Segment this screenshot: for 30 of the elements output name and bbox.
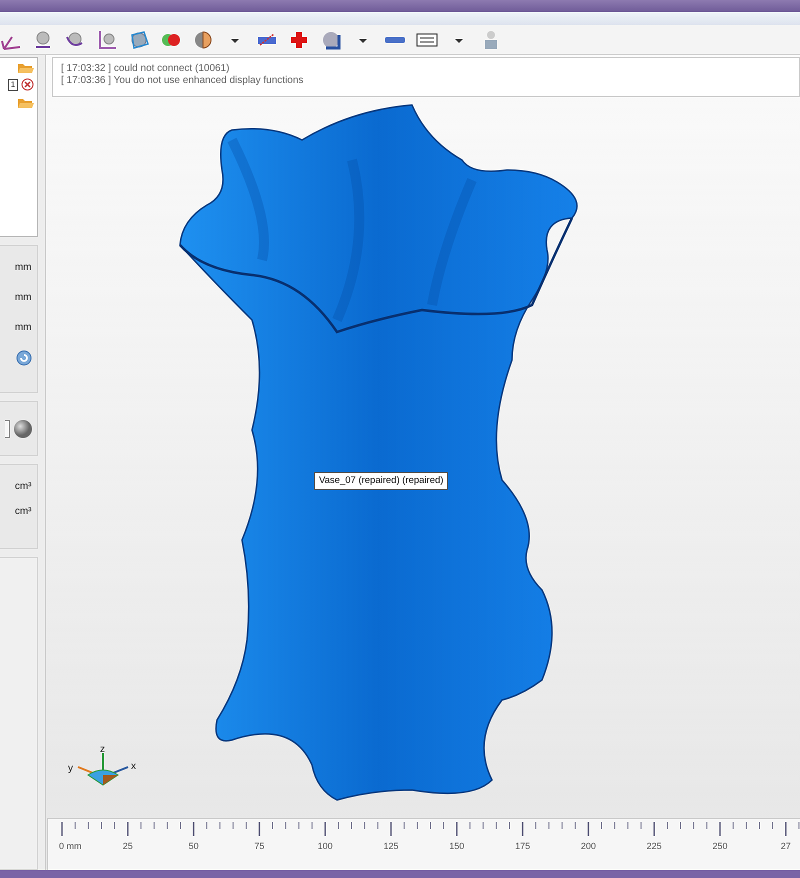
ruler-label: 225	[646, 841, 662, 851]
sphere-section-icon[interactable]	[192, 28, 214, 50]
ruler-label: 75	[254, 841, 264, 851]
unit-label: cm³	[14, 480, 32, 494]
unit-label: mm	[14, 261, 32, 275]
refresh-icon[interactable]	[16, 350, 32, 366]
tooltip: Vase_07 (repaired) (repaired)	[314, 472, 448, 490]
unit-label: mm	[14, 291, 32, 305]
ruler-label: 125	[383, 841, 399, 851]
ruler-label: 250	[712, 841, 728, 851]
sphere-axes-icon[interactable]	[96, 28, 118, 50]
ruler-label: 50	[188, 841, 199, 851]
3d-viewport[interactable]: [ 17:03:32 ] could not connect (10061) [ 17:03:36 ] You do not use enhanced display functions Vase_07 (repaired) (repaired) z y x 0 mm 25 50 75 100 125 150 175 200 225 250 27	[45, 55, 800, 870]
unit-label: cm³	[14, 505, 32, 519]
log-line: [ 17:03:36 ] You do not use enhanced display functions	[61, 75, 304, 87]
ruler-label: 100	[318, 841, 333, 851]
item-number-label: 1	[8, 78, 18, 90]
sphere-icon[interactable]	[12, 418, 34, 440]
ruler-label: 200	[580, 841, 596, 851]
axis-triad-drawing: z y x	[58, 745, 148, 795]
close-icon[interactable]	[21, 78, 34, 91]
log-line: [ 17:03:32 ] could not connect (10061)	[61, 63, 230, 75]
ruler-label: 175	[515, 841, 530, 851]
ruler-label: 0 mm	[59, 841, 82, 851]
ruler-label: 27	[780, 841, 791, 851]
unit-label: mm	[14, 321, 32, 335]
ruler-label: 25	[122, 841, 133, 851]
sphere-frame-icon[interactable]	[128, 28, 150, 50]
button[interactable]	[4, 420, 10, 438]
ruler-label: 150	[449, 841, 464, 851]
